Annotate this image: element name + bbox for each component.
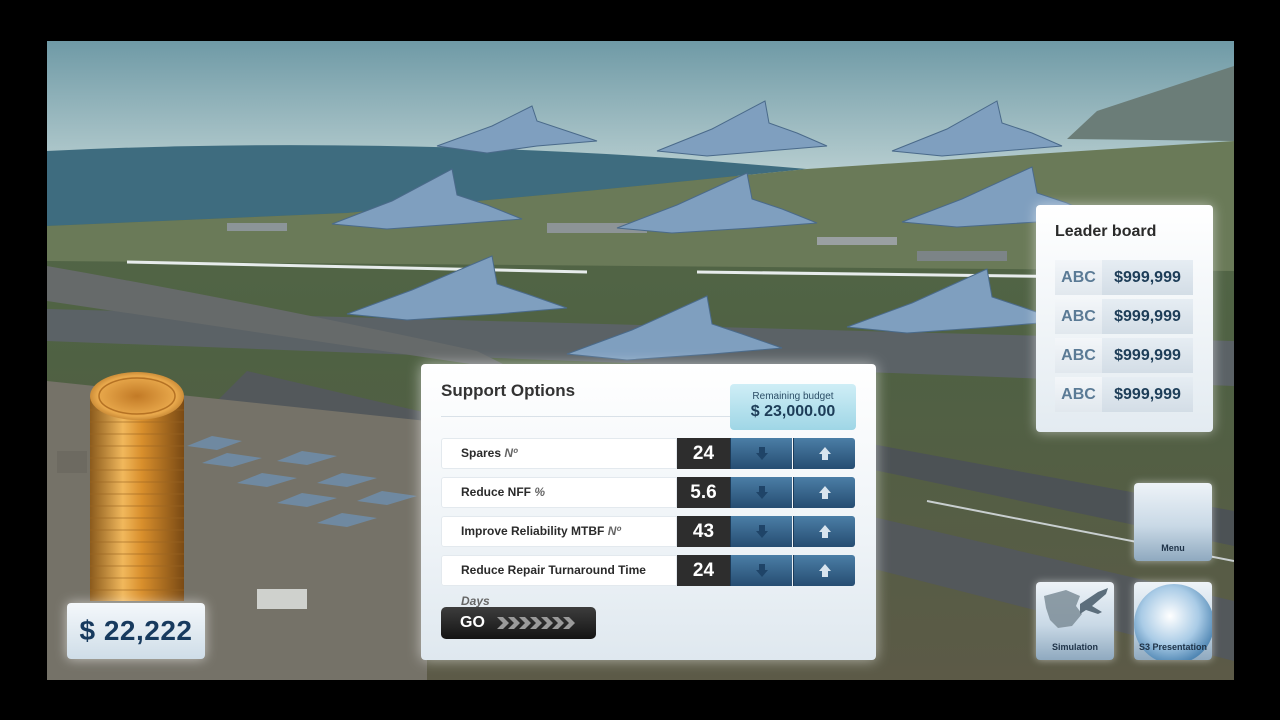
s3-presentation-label: S3 Presentation bbox=[1138, 642, 1208, 652]
chevrons-right-icon bbox=[497, 617, 575, 629]
option-value: 43 bbox=[677, 516, 730, 547]
remaining-budget-badge: Remaining budget $ 23,000.00 bbox=[730, 384, 856, 430]
panel-title: Support Options bbox=[441, 381, 576, 400]
option-label: Improve Reliability MTBF Nº bbox=[441, 516, 677, 547]
leader-row: ABC $999,999 bbox=[1055, 338, 1193, 373]
arrow-down-icon bbox=[756, 447, 768, 460]
leader-score: $999,999 bbox=[1102, 299, 1193, 334]
leader-board-panel: Leader board ABC $999,999 ABC $999,999 A… bbox=[1036, 205, 1213, 432]
increase-turnaround-button[interactable] bbox=[793, 555, 855, 586]
leader-name: ABC bbox=[1055, 338, 1102, 373]
menu-button[interactable]: Menu bbox=[1134, 483, 1212, 561]
option-unit: Nº bbox=[504, 446, 518, 460]
option-row-turnaround: Reduce Repair Turnaround Time Days 24 bbox=[441, 555, 857, 608]
option-label: Reduce Repair Turnaround Time Days bbox=[441, 555, 677, 608]
simulation-label: Simulation bbox=[1051, 642, 1098, 652]
decrease-spares-button[interactable] bbox=[730, 438, 792, 469]
decrease-turnaround-button[interactable] bbox=[730, 555, 792, 586]
option-row-mtbf: Improve Reliability MTBF Nº 43 bbox=[441, 516, 857, 547]
leader-name: ABC bbox=[1055, 260, 1102, 295]
option-unit: Days bbox=[461, 594, 490, 608]
leader-row: ABC $999,999 bbox=[1055, 299, 1193, 334]
arrow-down-icon bbox=[756, 564, 768, 577]
option-label-text: Reduce NFF bbox=[461, 485, 532, 499]
leader-score: $999,999 bbox=[1102, 260, 1193, 295]
leader-name: ABC bbox=[1055, 299, 1102, 334]
option-label-text: Spares bbox=[461, 446, 502, 460]
option-label: Reduce NFF % bbox=[441, 477, 677, 508]
support-options-panel: Support Options Remaining budget $ 23,00… bbox=[421, 364, 876, 660]
option-value: 5.6 bbox=[677, 477, 730, 508]
option-unit: Nº bbox=[607, 524, 621, 538]
budget-value: $ 23,000.00 bbox=[750, 403, 836, 420]
option-unit: % bbox=[534, 485, 546, 499]
money-display: $ 22,222 bbox=[67, 603, 205, 659]
leader-score: $999,999 bbox=[1102, 377, 1193, 412]
arrow-up-icon bbox=[819, 486, 831, 499]
arrow-up-icon bbox=[819, 447, 831, 460]
leader-row: ABC $999,999 bbox=[1055, 260, 1193, 295]
option-row-reduce-nff: Reduce NFF % 5.6 bbox=[441, 477, 857, 508]
option-label-text: Reduce Repair Turnaround Time bbox=[461, 563, 646, 577]
increase-nff-button[interactable] bbox=[793, 477, 855, 508]
arrow-up-icon bbox=[819, 525, 831, 538]
increase-spares-button[interactable] bbox=[793, 438, 855, 469]
option-label-text: Improve Reliability MTBF bbox=[461, 524, 605, 538]
arrow-up-icon bbox=[819, 564, 831, 577]
decrease-nff-button[interactable] bbox=[730, 477, 792, 508]
simulation-button[interactable]: Simulation bbox=[1036, 582, 1114, 660]
leader-row: ABC $999,999 bbox=[1055, 377, 1193, 412]
leader-board-title: Leader board bbox=[1055, 223, 1157, 240]
coin-stack-icon bbox=[88, 370, 186, 610]
decrease-mtbf-button[interactable] bbox=[730, 516, 792, 547]
option-value: 24 bbox=[677, 555, 730, 586]
arrow-down-icon bbox=[756, 486, 768, 499]
go-button[interactable]: GO bbox=[441, 607, 596, 639]
go-label: GO bbox=[460, 614, 485, 631]
increase-mtbf-button[interactable] bbox=[793, 516, 855, 547]
s3-presentation-button[interactable]: S3 Presentation bbox=[1134, 582, 1212, 660]
budget-label: Remaining budget bbox=[752, 391, 834, 402]
menu-label: Menu bbox=[1161, 543, 1185, 553]
leader-name: ABC bbox=[1055, 377, 1102, 412]
option-value: 24 bbox=[677, 438, 730, 469]
leader-score: $999,999 bbox=[1102, 338, 1193, 373]
arrow-down-icon bbox=[756, 525, 768, 538]
option-label: Spares Nº bbox=[441, 438, 677, 469]
money-amount: $ 22,222 bbox=[79, 615, 193, 646]
option-row-spares: Spares Nº 24 bbox=[441, 438, 857, 469]
